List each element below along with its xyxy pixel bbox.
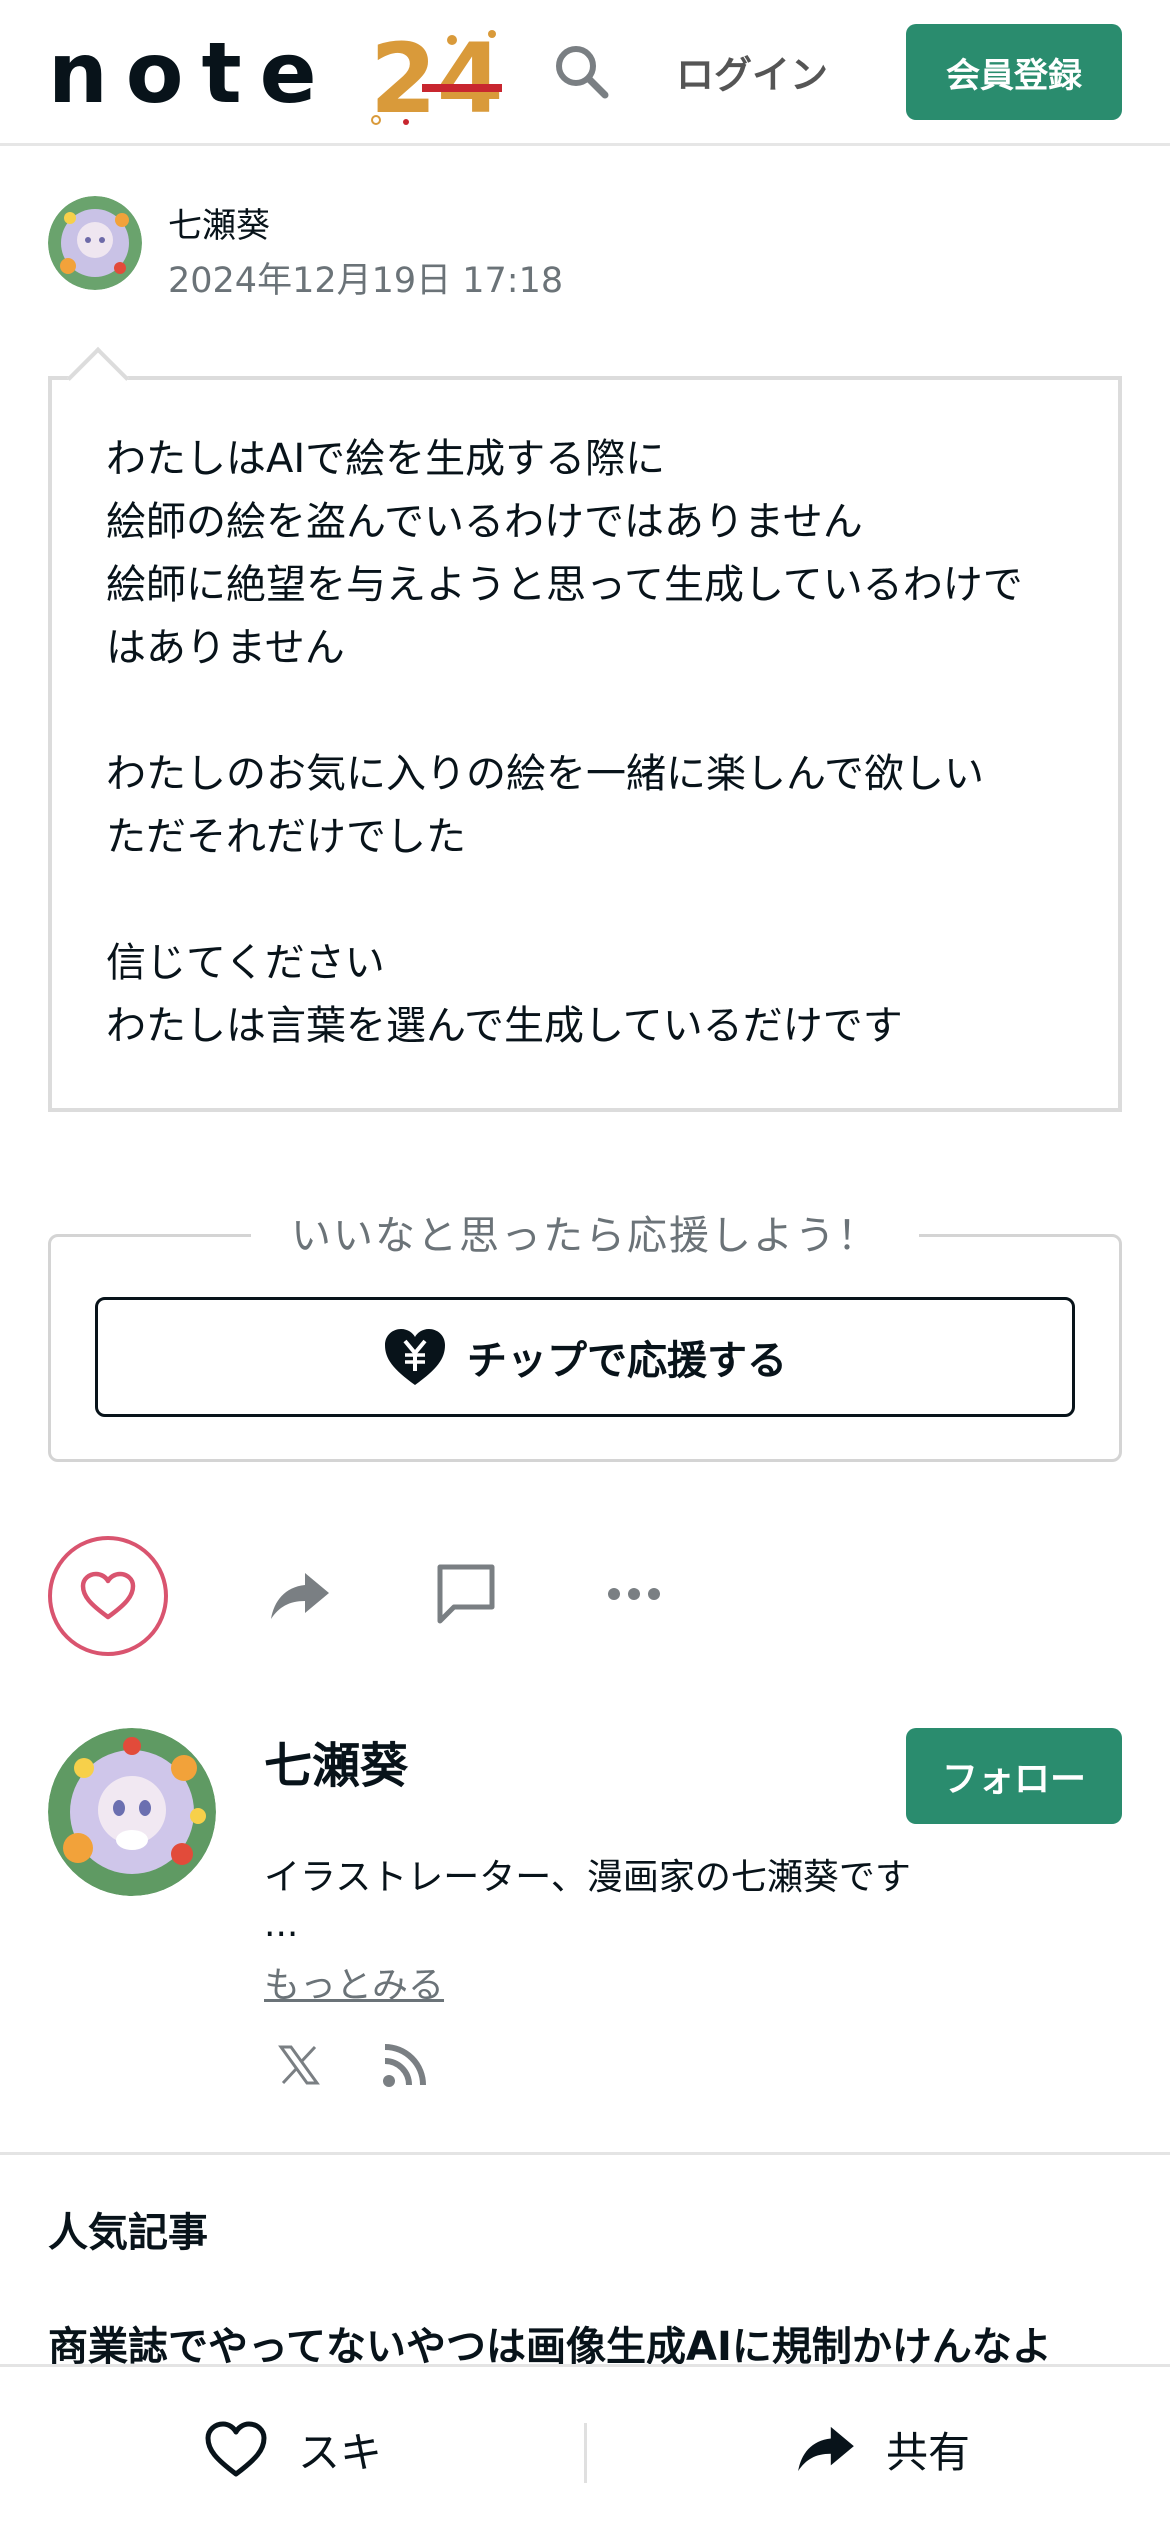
search-icon <box>556 46 609 99</box>
share-arrow-icon <box>798 2426 854 2472</box>
follow-button[interactable]: フォロー <box>906 1728 1122 1824</box>
site-header: note 24 ログイン 会員登録 <box>0 0 1170 146</box>
more-dots-icon <box>608 1588 660 1600</box>
comment-button[interactable] <box>432 1560 500 1626</box>
share-arrow-icon <box>271 1573 329 1619</box>
creator-bio: イラストレーター、漫画家の七瀬葵です <box>264 1857 911 1898</box>
anniversary-24-badge: 24 <box>370 26 504 126</box>
post-paragraph: 信じてください わたしは言葉を選んで生成しているだけです <box>106 940 903 1049</box>
rss-icon <box>383 2044 426 2087</box>
support-box: いいなと思ったら応援しよう！ チップで応援する <box>48 1203 1122 1462</box>
note-logo[interactable]: note 24 <box>48 24 504 126</box>
speech-tail <box>66 346 130 410</box>
signup-button[interactable]: 会員登録 <box>906 24 1122 120</box>
comment-icon <box>437 1564 495 1624</box>
bottom-share-button[interactable]: 共有 <box>796 2409 970 2489</box>
tip-button[interactable]: チップで応援する <box>95 1297 1075 1417</box>
author-name[interactable]: 七瀬葵 <box>168 198 270 247</box>
post-paragraph: わたしのお気に入りの絵を一緒に楽しんで欲しい ただそれだけでした <box>106 751 984 860</box>
share-button[interactable] <box>262 1568 338 1624</box>
creator-bio-ellipsis: ... <box>264 1904 299 1945</box>
post-date: 2024年12月19日 17:18 <box>168 261 564 301</box>
more-button[interactable] <box>604 1576 664 1612</box>
rss-link[interactable] <box>380 2040 430 2090</box>
bottom-like-label: スキ <box>298 2427 383 2477</box>
tip-button-label: チップで応援する <box>467 1338 787 1384</box>
support-label-wrap: いいなと思ったら応援しよう！ <box>51 1203 1119 1261</box>
search-button[interactable] <box>548 38 614 104</box>
popular-articles-heading: 人気記事 <box>48 2210 208 2256</box>
creator-name[interactable]: 七瀬葵 <box>264 1726 408 1796</box>
x-link[interactable] <box>274 2040 324 2090</box>
heart-icon <box>80 1571 136 1620</box>
svg-text:24: 24 <box>370 26 504 126</box>
post-body-box: わたしはAIで絵を生成する際に 絵師の絵を盗んでいるわけではありません 絵師に絶… <box>48 346 1122 1112</box>
yen-heart-icon <box>385 1329 445 1385</box>
support-label: いいなと思ったら応援しよう！ <box>251 1203 919 1261</box>
post-body: わたしはAIで絵を生成する際に 絵師の絵を盗んでいるわけではありません 絵師に絶… <box>106 428 1086 1058</box>
like-button[interactable] <box>48 1536 168 1656</box>
creator-avatar[interactable] <box>48 1728 216 1896</box>
heart-icon <box>205 2421 267 2477</box>
login-link[interactable]: ログイン <box>676 44 828 99</box>
post-paragraph: わたしはAIで絵を生成する際に 絵師の絵を盗んでいるわけではありません 絵師に絶… <box>106 436 1023 671</box>
logo-text: note <box>48 24 335 122</box>
bottom-like-button[interactable]: スキ <box>204 2409 382 2489</box>
bottom-action-bar: スキ 共有 <box>0 2364 1170 2532</box>
bottom-bar-separator <box>584 2423 587 2483</box>
section-divider <box>0 2152 1170 2155</box>
author-avatar[interactable] <box>48 196 142 290</box>
see-more-link[interactable]: もっとみる <box>264 1956 444 2008</box>
bottom-share-label: 共有 <box>886 2427 971 2477</box>
x-icon <box>278 2045 320 2085</box>
